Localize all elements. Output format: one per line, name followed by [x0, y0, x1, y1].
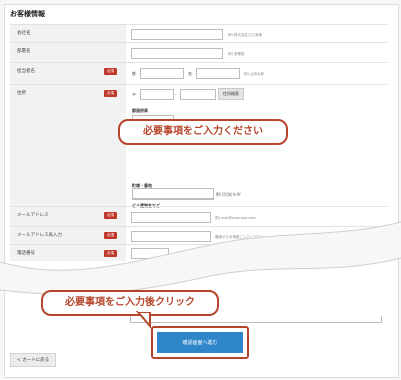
callout-bottom: 必要事項をご入力後クリック: [41, 290, 219, 316]
message-textarea[interactable]: [130, 316, 382, 323]
back-to-cart-button[interactable]: < カートに戻る: [10, 353, 57, 367]
submit-highlight: 確認画面へ進む: [151, 326, 249, 359]
torn-page-separator: [0, 221, 401, 295]
confirm-button[interactable]: 確認画面へ進む: [157, 332, 243, 353]
callout-top: 必要事項をご入力ください: [118, 119, 288, 145]
